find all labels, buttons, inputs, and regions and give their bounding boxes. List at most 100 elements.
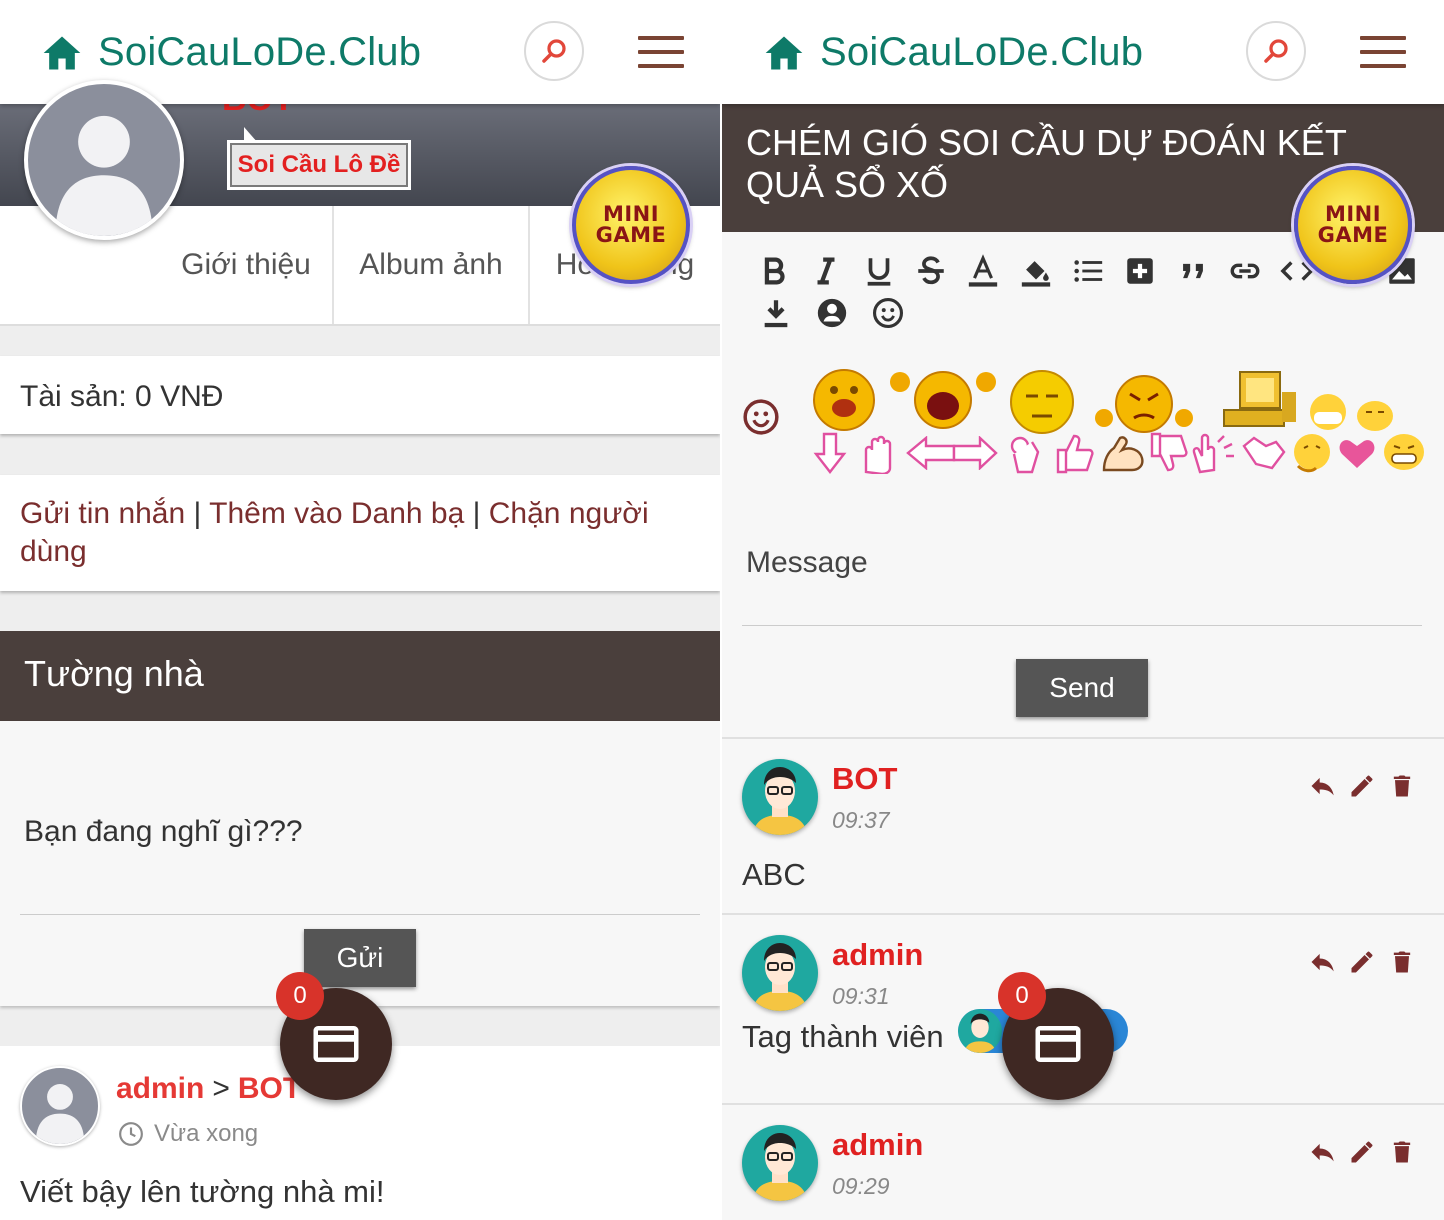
delete-icon[interactable] [1382, 769, 1422, 803]
wall-post-input[interactable] [20, 803, 700, 915]
user-avatar-illustration [752, 767, 808, 835]
edit-icon[interactable] [1342, 769, 1382, 803]
edit-icon[interactable] [1342, 1135, 1382, 1169]
emoji-toggle-icon[interactable] [742, 398, 780, 436]
pointing-left-hand[interactable] [906, 436, 956, 470]
muscle-emoticon[interactable] [1100, 434, 1146, 474]
post-time-text: Vừa xong [154, 1120, 259, 1147]
default-user-silhouette [55, 115, 153, 236]
wall-title: Tường nhà [0, 631, 720, 721]
mini-game-button[interactable]: MINI GAME [1294, 166, 1412, 284]
site-logo[interactable]: SoiCauLoDe.Club [40, 30, 421, 75]
search-icon [542, 39, 566, 63]
message-time: 09:29 [832, 1173, 890, 1199]
add-contact-link[interactable]: Thêm vào Danh bạ [209, 497, 464, 530]
heart-icon[interactable] [1338, 438, 1376, 470]
plus-box-icon[interactable] [1114, 250, 1166, 292]
thumbs-up-hand[interactable] [1054, 432, 1094, 474]
annoyed-emoticon[interactable] [1008, 368, 1076, 436]
thumbs-down-hand[interactable] [1148, 432, 1188, 474]
delete-icon[interactable] [1382, 1135, 1422, 1169]
chat-message: BOT 09:37 ABC [722, 737, 1444, 913]
pointing-right-hand[interactable] [952, 436, 998, 470]
home-icon [765, 36, 803, 69]
text-color-icon[interactable] [957, 250, 1009, 292]
post-text: Viết bậy lên tường nhà mi! [20, 1174, 385, 1209]
clapping-hands[interactable] [1192, 432, 1238, 474]
user-icon[interactable] [804, 292, 860, 334]
waving-hand[interactable] [856, 432, 902, 474]
link-icon[interactable] [1219, 250, 1271, 292]
pleading-emoticon[interactable] [1354, 398, 1396, 432]
handshake-hand[interactable] [1242, 436, 1286, 472]
edit-icon[interactable] [1342, 945, 1382, 979]
wall-submit-button[interactable]: Gửi [304, 929, 416, 987]
post-author: admin > BOT [116, 1072, 301, 1106]
grinning-emoticon[interactable] [1382, 432, 1426, 472]
avatar [958, 1009, 1002, 1053]
post-from-user[interactable]: admin [116, 1072, 204, 1105]
home-icon [43, 36, 81, 69]
message-author[interactable]: admin [832, 1127, 923, 1163]
hamburger-menu-icon[interactable] [1360, 36, 1406, 68]
angry-emoticon[interactable] [1094, 372, 1194, 436]
chat-message-input[interactable] [742, 522, 1422, 626]
mini-game-button[interactable]: MINI GAME [572, 166, 690, 284]
quote-icon[interactable] [1167, 250, 1219, 292]
bold-icon[interactable] [748, 250, 800, 292]
list-icon[interactable] [1062, 250, 1114, 292]
reply-icon[interactable] [1302, 769, 1342, 803]
reply-icon[interactable] [1302, 945, 1342, 979]
profile-actions: Gửi tin nhắn | Thêm vào Danh bạ | Chặn n… [0, 475, 720, 591]
wall-form: Gửi [0, 721, 720, 1006]
credit-card-icon [313, 1026, 359, 1062]
tab-about[interactable]: Giới thiệu [160, 206, 332, 324]
search-icon [1264, 39, 1288, 63]
message-author[interactable]: admin [832, 937, 923, 973]
italic-icon[interactable] [800, 250, 852, 292]
clock-icon [119, 1122, 143, 1146]
chat-message: admin 09:29 [722, 1103, 1444, 1220]
avatar[interactable] [742, 759, 818, 835]
message-actions [1302, 769, 1422, 803]
user-avatar-illustration [963, 1013, 997, 1053]
crying-emoticon[interactable] [804, 366, 884, 432]
chat-send-button[interactable]: Send [1016, 659, 1148, 717]
smile-icon[interactable] [860, 292, 916, 334]
avatar[interactable] [742, 935, 818, 1011]
fill-color-icon[interactable] [1010, 250, 1062, 292]
computer-emoticon[interactable] [1216, 368, 1306, 434]
mini-game-line1: MINI [1324, 202, 1382, 226]
download-icon[interactable] [748, 292, 804, 334]
masked-emoticon[interactable] [1308, 392, 1348, 432]
strikethrough-icon[interactable] [905, 250, 957, 292]
separator: | [193, 497, 202, 530]
underline-icon[interactable] [853, 250, 905, 292]
search-button[interactable] [1246, 21, 1306, 81]
avatar[interactable] [742, 1125, 818, 1201]
message-actions [1302, 1135, 1422, 1169]
ok-hand[interactable] [1004, 432, 1044, 474]
message-actions [1302, 945, 1422, 979]
hamburger-menu-icon[interactable] [638, 36, 684, 68]
avatar[interactable] [20, 1066, 100, 1146]
post-time: Vừa xong [118, 1120, 258, 1148]
fab-count-badge: 0 [998, 972, 1046, 1020]
fab-count-badge: 0 [276, 972, 324, 1020]
pointing-down-hand[interactable] [812, 432, 848, 474]
message-author[interactable]: BOT [832, 761, 897, 797]
mini-game-line1: MINI [602, 202, 660, 226]
message-time: 09:37 [832, 807, 890, 833]
profile-pane: SoiCauLoDe.Club BOT Soi Cầu Lô Đề Giới t… [0, 0, 720, 1220]
delete-icon[interactable] [1382, 945, 1422, 979]
search-button[interactable] [524, 21, 584, 81]
default-user-silhouette [35, 1083, 85, 1144]
send-message-link[interactable]: Gửi tin nhắn [20, 497, 185, 530]
tab-album[interactable]: Album ảnh [332, 206, 528, 324]
shouting-emoticon[interactable] [888, 368, 998, 432]
reply-icon[interactable] [1302, 1135, 1342, 1169]
site-logo[interactable]: SoiCauLoDe.Club [762, 30, 1143, 75]
thinking-emoticon[interactable] [1290, 432, 1334, 474]
profile-rank-badge: Soi Cầu Lô Đề [227, 127, 411, 190]
profile-avatar[interactable] [24, 80, 184, 240]
